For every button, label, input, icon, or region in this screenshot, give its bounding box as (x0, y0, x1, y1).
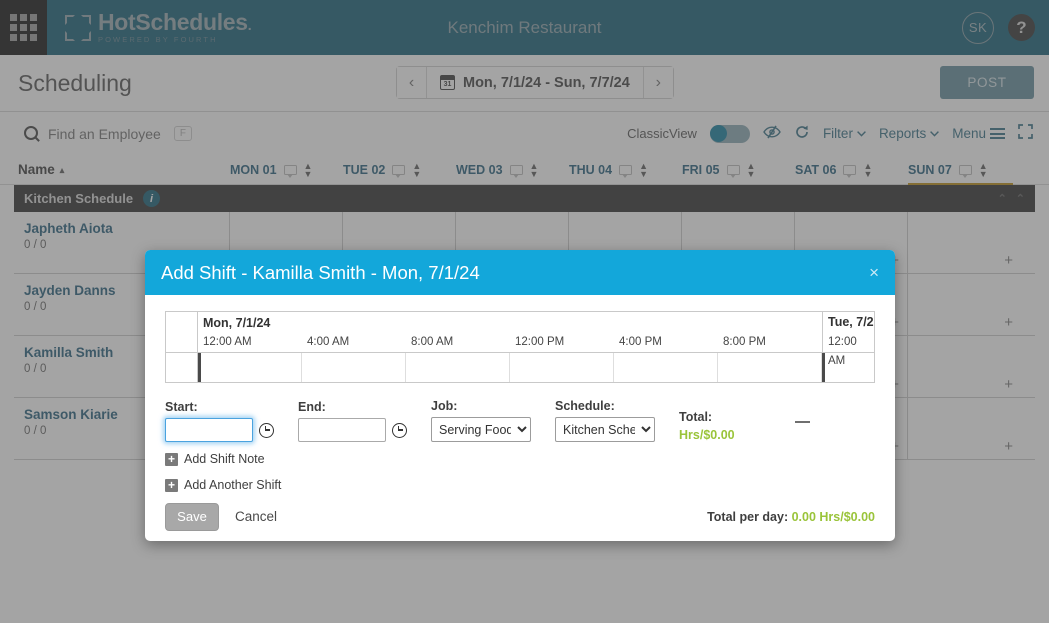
timeline-tick: 12:00 PM (510, 333, 614, 352)
total-per-day-value: 0.00 Hrs/$0.00 (792, 510, 875, 524)
scheduling-page: HotSchedules. POWERED BY FOURTH Kenchim … (0, 0, 1049, 623)
trash-icon[interactable] (795, 421, 808, 443)
timeline-tick: 8:00 AM (406, 333, 510, 352)
timeline-end-marker (822, 353, 825, 382)
total-per-day-label: Total per day: (707, 510, 788, 524)
start-field-group: Start: (165, 400, 274, 442)
clock-icon[interactable] (392, 423, 407, 438)
timeline-tick: 4:00 AM (302, 333, 406, 352)
total-label: Total: (679, 410, 735, 424)
timeline-tick: 4:00 PM (614, 333, 718, 352)
total-per-day: Total per day: 0.00 Hrs/$0.00 (707, 510, 875, 524)
modal-header: Add Shift - Kamilla Smith - Mon, 7/1/24 … (145, 250, 895, 295)
job-label: Job: (431, 399, 531, 413)
timeline-start-marker (198, 353, 201, 382)
add-shift-note-label: Add Shift Note (184, 452, 265, 466)
end-time-input[interactable] (298, 418, 386, 442)
timeline-day-1: Mon, 7/1/24 (198, 316, 822, 330)
timeline-track[interactable] (198, 352, 874, 382)
save-button[interactable]: Save (165, 503, 219, 531)
timeline-tick: 12:00 AM (198, 333, 302, 352)
add-another-shift-label: Add Another Shift (184, 478, 281, 492)
timeline-tick: 8:00 PM (718, 333, 822, 352)
clock-icon[interactable] (259, 423, 274, 438)
modal-footer: Save Cancel Total per day: 0.00 Hrs/$0.0… (145, 492, 895, 541)
timeline-day-labels: Mon, 7/1/24 Tue, 7/2 (198, 312, 874, 333)
job-select[interactable]: Serving Food (431, 417, 531, 442)
shift-timeline[interactable]: Mon, 7/1/24 Tue, 7/2 12:00 AM4:00 AM8:00… (165, 311, 875, 383)
job-field-group: Job: Serving Food (431, 399, 531, 442)
schedule-field-group: Schedule: Kitchen Sched (555, 399, 655, 442)
start-time-input[interactable] (165, 418, 253, 442)
plus-icon: + (165, 453, 178, 466)
total-field-group: Total: Hrs/$0.00 (679, 410, 735, 442)
add-shift-modal: Add Shift - Kamilla Smith - Mon, 7/1/24 … (145, 250, 895, 541)
end-label: End: (298, 400, 407, 414)
total-value: Hrs/$0.00 (679, 428, 735, 442)
timeline-day-2: Tue, 7/2 (822, 312, 874, 333)
timeline-gutter (166, 312, 198, 382)
modal-body: Mon, 7/1/24 Tue, 7/2 12:00 AM4:00 AM8:00… (145, 295, 895, 492)
start-label: Start: (165, 400, 274, 414)
schedule-label: Schedule: (555, 399, 655, 413)
timeline-tick-labels: 12:00 AM4:00 AM8:00 AM12:00 PM4:00 PM8:0… (198, 333, 874, 352)
cancel-button[interactable]: Cancel (235, 509, 277, 524)
modal-title: Add Shift - Kamilla Smith - Mon, 7/1/24 (161, 262, 480, 284)
close-icon[interactable]: × (869, 264, 879, 281)
add-shift-note-button[interactable]: + Add Shift Note (165, 452, 875, 466)
shift-form-row: Start: End: Job: Servin (165, 399, 875, 442)
end-field-group: End: (298, 400, 407, 442)
timeline-tick-last: 12:00 AM (822, 333, 874, 352)
add-another-shift-button[interactable]: + Add Another Shift (165, 478, 875, 492)
schedule-select[interactable]: Kitchen Sched (555, 417, 655, 442)
plus-icon: + (165, 479, 178, 492)
